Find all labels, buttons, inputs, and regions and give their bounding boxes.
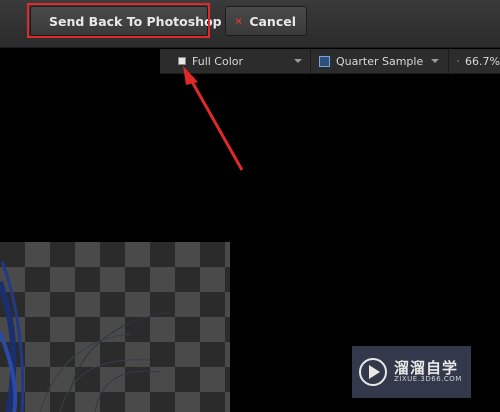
color-mode-value: Full Color (192, 54, 244, 68)
color-mode-dropdown[interactable]: Full Color (170, 49, 308, 73)
hair-strands-image (0, 261, 171, 412)
watermark-url: ZIXUE.3D66.COM (394, 375, 462, 384)
close-x-icon (236, 18, 242, 24)
sample-icon (319, 55, 330, 67)
magnifier-icon (457, 60, 459, 62)
annotation-highlight-box (27, 3, 210, 38)
image-preview-canvas[interactable] (0, 242, 230, 412)
sample-mode-value: Quarter Sample (336, 54, 424, 68)
cancel-button[interactable]: Cancel (225, 6, 307, 36)
watermark-title: 溜溜自学 (394, 358, 459, 377)
cancel-label: Cancel (249, 13, 296, 29)
chevron-down-icon (294, 59, 302, 63)
top-toolbar: Send Back To Photoshop Cancel (0, 0, 500, 48)
zoom-control[interactable]: 66.7% (448, 49, 500, 73)
watermark-logo: 溜溜自学 ZIXUE.3D66.COM (352, 346, 471, 398)
view-options-bar: Full Color Quarter Sample 66.7% (160, 49, 500, 74)
zoom-value: 66.7% (465, 54, 500, 68)
play-logo-icon (359, 358, 387, 386)
chevron-down-icon (431, 59, 439, 63)
sample-mode-dropdown[interactable]: Quarter Sample (310, 49, 445, 73)
color-swatch-icon (178, 57, 186, 65)
